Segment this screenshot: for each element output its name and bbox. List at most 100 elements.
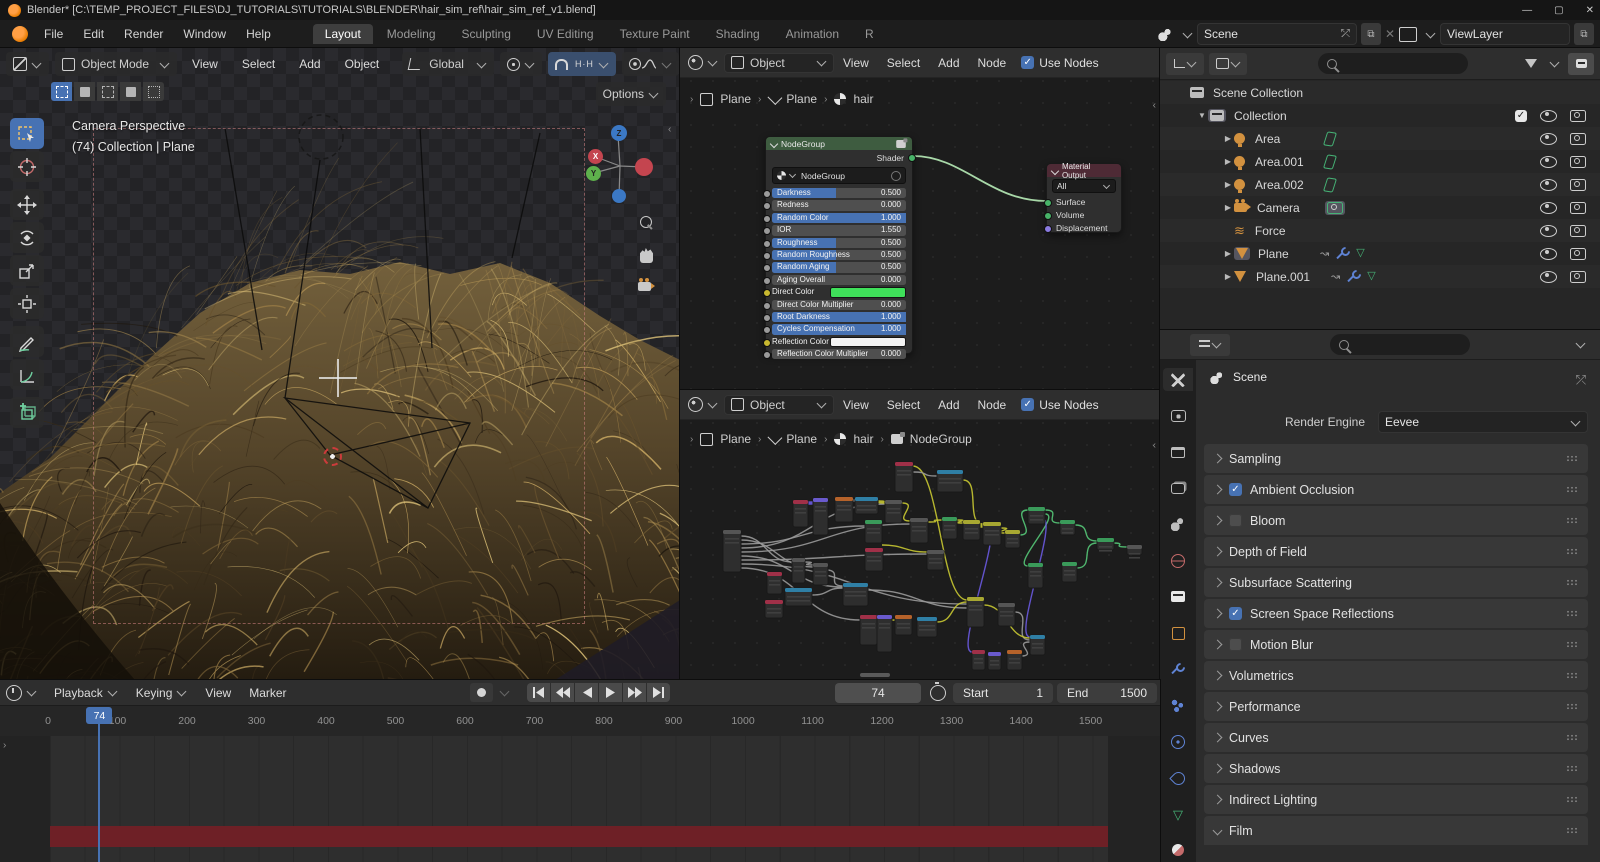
tab-object[interactable] [1163,622,1193,645]
tab-physics[interactable] [1163,730,1193,753]
disclosure-closed-icon[interactable]: ▶ [1222,249,1234,258]
keying-set-chevron[interactable] [500,687,510,697]
outliner-row-plane[interactable]: ▶ Plane ↝ ▽ [1160,242,1600,265]
pin-icon[interactable]: ⤱ [1341,28,1350,41]
shader1-menu-select[interactable]: Select [878,56,929,70]
transform-orientation-dropdown[interactable]: Global [402,52,494,76]
gizmo-z-axis[interactable]: Z [611,125,627,141]
select-mode-extend[interactable] [74,82,95,101]
disclosure-closed-icon[interactable]: ▶ [1222,180,1234,189]
shader1-use-nodes-checkbox[interactable]: ✓ [1021,56,1034,69]
navigation-gizmo[interactable]: Z X Y [580,116,664,212]
scene-new-button[interactable]: ⧉ [1361,23,1381,45]
material-output-header[interactable]: Material Output [1047,164,1121,177]
param-direct-color-multiplier[interactable]: Direct Color Multiplier0.000 [772,300,906,310]
section-performance[interactable]: Performance [1204,692,1588,721]
input-volume[interactable]: Volume [1047,208,1121,221]
tab-output[interactable] [1163,440,1193,463]
disable-render-camera-icon[interactable] [1570,202,1586,214]
p pin-icon[interactable]: ⤱ [1576,372,1586,388]
tab-world[interactable] [1163,549,1193,572]
proportional-edit-group[interactable] [622,52,679,76]
tool-transform[interactable] [10,288,44,319]
section-indirect-lighting[interactable]: Indirect Lighting [1204,785,1588,814]
timeline-type-chevron[interactable] [27,687,37,697]
section-subsurface-scattering[interactable]: Subsurface Scattering [1204,568,1588,597]
timeline-tracks[interactable] [0,736,1160,862]
play-reverse-button[interactable] [575,683,598,702]
outliner-display-mode-dropdown[interactable] [1209,53,1247,75]
minimize-button[interactable]: — [1522,5,1532,16]
shader1-type-chevron[interactable] [708,57,718,67]
workspace-tab-texture-paint[interactable]: Texture Paint [608,24,702,44]
mesh-data-icon[interactable]: ▽ [1367,271,1375,282]
param-roughness[interactable]: Roughness0.500 [772,238,906,248]
outliner[interactable]: Scene Collection ▼ Collection ✓ ▶ Area [1160,48,1600,330]
tab-collection[interactable] [1163,585,1193,608]
shader1-menu-view[interactable]: View [834,56,878,70]
filter-chevron[interactable] [1550,58,1560,68]
tab-particles[interactable] [1163,694,1193,717]
disclosure-open-icon[interactable]: ▼ [1196,111,1208,120]
jump-to-start-button[interactable] [527,683,550,702]
viewport-3d[interactable]: Object Mode View Select Add Object Globa… [0,48,680,680]
shader1-menu-node[interactable]: Node [969,56,1016,70]
hide-viewport-eye-icon[interactable] [1540,110,1557,122]
disable-render-camera-icon[interactable] [1570,225,1586,237]
param-darkness[interactable]: Darkness0.500 [772,188,906,198]
param-reflection-color[interactable]: Reflection Color [772,337,906,347]
workspace-tab-rendering[interactable]: Rendering [853,24,873,44]
input-surface[interactable]: Surface [1047,195,1121,208]
properties-editor[interactable]: ▽ Scene ⤱ Render Engine Eevee Sampling ✓… [1160,330,1600,862]
light-data-icon[interactable] [1323,131,1337,146]
horizontal-scrollbar[interactable] [860,673,890,677]
hide-viewport-eye-icon[interactable] [1540,271,1557,283]
tool-cursor[interactable] [10,151,44,182]
workspace-tab-shading[interactable]: Shading [704,24,772,44]
marker-menu[interactable]: Marker [240,686,295,700]
outliner-editor-type-dropdown[interactable] [1166,53,1204,75]
camera-view-icon[interactable] [638,280,651,294]
section-depth-of-field[interactable]: Depth of Field [1204,537,1588,566]
maximize-button[interactable]: ▢ [1554,5,1563,16]
section-curves[interactable]: Curves [1204,723,1588,752]
param-cycles-compensation[interactable]: Cycles Compensation1.000 [772,324,906,334]
timeline-channel-toggle[interactable]: › [3,740,6,751]
shader1-mode-dropdown[interactable]: Object [724,53,834,73]
disclosure-closed-icon[interactable]: ▶ [1222,157,1234,166]
editor-type-dropdown[interactable] [6,52,49,76]
tool-select-box[interactable] [10,118,44,149]
animation-icon[interactable]: ↝ [1320,247,1329,260]
section-shadows[interactable]: Shadows [1204,754,1588,783]
shader-editor-material[interactable]: Object View Select Add Node ✓ Use Nodes … [680,48,1160,390]
param-random-roughness[interactable]: Random Roughness0.500 [772,250,906,260]
input-displacement[interactable]: Displacement [1047,221,1121,234]
tab-material[interactable] [1163,839,1193,862]
pan-view-hand-icon[interactable] [640,248,653,266]
outliner-row-camera[interactable]: ▶ Camera [1160,196,1600,219]
tab-constraints[interactable] [1163,766,1193,789]
outliner-row-area-002[interactable]: ▶ Area.002 [1160,173,1600,196]
jump-to-end-button[interactable] [647,683,670,702]
select-mode-subtract[interactable] [97,82,118,101]
animation-icon[interactable]: ↝ [1331,270,1340,283]
select-mode-set[interactable] [51,82,72,101]
properties-editor-type-dropdown[interactable] [1190,334,1230,356]
hide-viewport-eye-icon[interactable] [1540,156,1557,168]
tab-view-layer[interactable] [1163,477,1193,500]
menu-file[interactable]: File [34,27,73,41]
workspace-tab-modeling[interactable]: Modeling [375,24,448,44]
disclosure-closed-icon[interactable]: ▶ [1222,203,1234,212]
nodegroup-output-shader[interactable]: Shader [766,150,912,165]
outliner-row-collection[interactable]: ▼ Collection ✓ [1160,104,1600,127]
section-bloom[interactable]: ✓Bloom [1204,506,1588,535]
tool-measure[interactable] [10,359,44,390]
previous-keyframe-button[interactable] [551,683,574,702]
section-ambient-occlusion[interactable]: ✓Ambient Occlusion [1204,475,1588,504]
nodegroup-datablock-selector[interactable]: NodeGroup [772,167,906,184]
render-engine-dropdown[interactable]: Eevee [1378,411,1588,433]
viewlayer-new-button[interactable]: ⧉ [1574,23,1594,45]
viewport-menu-view[interactable]: View [183,57,227,71]
ambient-occlusion-checkbox[interactable]: ✓ [1229,483,1242,496]
tab-tool[interactable] [1163,368,1193,391]
